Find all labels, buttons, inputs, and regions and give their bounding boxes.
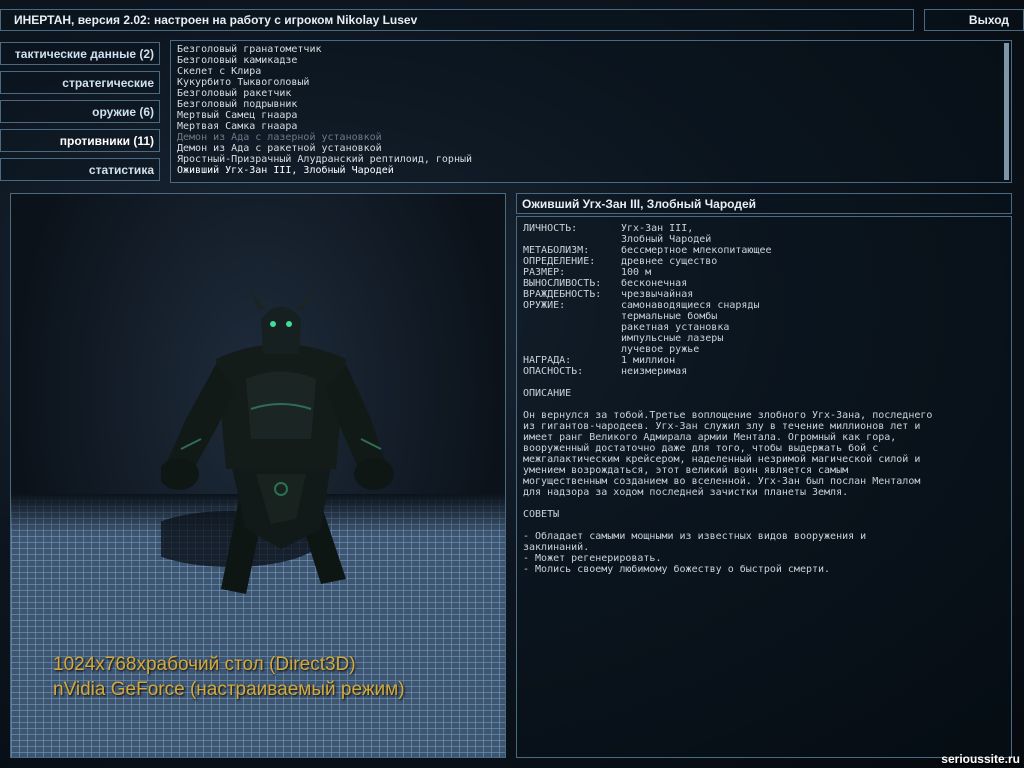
nav-label: тактические данные (2) <box>14 47 154 61</box>
title-bar: ИНЕРТАН, версия 2.02: настроен на работу… <box>0 9 914 31</box>
tips-title: СОВЕТЫ <box>523 509 560 520</box>
prop-key: ОПАСНОСТЬ: <box>523 366 584 377</box>
nav-label: противники (11) <box>59 134 154 148</box>
prop-row: ОРУЖИЕ: самонаводящиеся снаряды термальны… <box>523 300 932 355</box>
enemy-list-item[interactable]: Безголовый гранатометчик <box>177 44 1011 55</box>
prop-key: РАЗМЕР: <box>523 267 566 278</box>
enemy-list-item[interactable]: Яростный-Призрачный Алудранский рептилои… <box>177 154 1011 165</box>
creature-model <box>161 289 394 594</box>
render-info-line: 1024x768xрабочий стол (Direct3D) <box>53 654 356 675</box>
enemy-list-item[interactable]: Безголовый подрывник <box>177 99 1011 110</box>
nav-weapons[interactable]: оружие (6) <box>0 100 160 123</box>
enemy-list: Безголовый гранатометчик Безголовый ками… <box>170 40 1012 183</box>
prop-key: НАГРАДА: <box>523 355 572 366</box>
nav-label: стратегические <box>62 76 154 90</box>
nav-label: статистика <box>88 163 154 177</box>
prop-key: ЛИЧНОСТЬ: <box>523 223 578 234</box>
prop-key: ОПРЕДЕЛЕНИЕ: <box>523 256 596 267</box>
enemy-list-item-selected[interactable]: Оживший Угх-Зан III, Злобный Чародей <box>177 165 1011 176</box>
prop-key: ВРАЖДЕБНОСТЬ: <box>523 289 602 300</box>
tips-text: - Обладает самыми мощными из известных в… <box>523 531 867 575</box>
prop-row: ЛИЧНОСТЬ: Угх-Зан III, Злобный Чародей <box>523 223 932 245</box>
prop-row: ОПАСНОСТЬ: неизмеримая <box>523 366 932 377</box>
prop-value: неизмеримая <box>621 366 688 377</box>
prop-value: бесконечная <box>621 278 688 289</box>
enemy-list-item[interactable]: Демон из Ада с ракетной установкой <box>177 143 1011 154</box>
prop-row: ВЫНОСЛИВОСТЬ: бесконечная <box>523 278 932 289</box>
description-title: ОПИСАНИЕ <box>523 388 572 399</box>
prop-value: самонаводящиеся снаряды термальные бомбы… <box>621 300 760 355</box>
render-info: 1024x768xрабочий стол (Direct3D) nVidia … <box>53 652 405 702</box>
nav-label: оружие (6) <box>92 105 154 119</box>
list-scrollbar[interactable] <box>1004 43 1009 180</box>
enemy-list-item[interactable]: Скелет с Клира <box>177 66 1011 77</box>
prop-value: чрезвычайная <box>621 289 694 300</box>
prop-value: древнее существо <box>621 256 718 267</box>
prop-row: РАЗМЕР: 100 м <box>523 267 932 278</box>
prop-value: Угх-Зан III, Злобный Чародей <box>621 223 712 245</box>
prop-row: НАГРАДА: 1 миллион <box>523 355 932 366</box>
prop-key: ВЫНОСЛИВОСТЬ: <box>523 278 602 289</box>
enemy-list-item[interactable]: Кукурбито Тыквоголовый <box>177 77 1011 88</box>
nav-statistics[interactable]: статистика <box>0 158 160 181</box>
prop-value: 1 миллион <box>621 355 676 366</box>
enemy-list-item[interactable]: Безголовый камикадзе <box>177 55 1011 66</box>
prop-key: ОРУЖИЕ: <box>523 300 566 311</box>
enemy-list-item[interactable]: Безголовый ракетчик <box>177 88 1011 99</box>
enemy-list-item[interactable]: Демон из Ада с лазерной установкой <box>177 132 1011 143</box>
prop-value: 100 м <box>621 267 652 278</box>
prop-value: бессмертное млекопитающее <box>621 245 772 256</box>
exit-label: Выход <box>968 13 1009 27</box>
nav-enemies[interactable]: противники (11) <box>0 129 160 152</box>
nav-tactical-data[interactable]: тактические данные (2) <box>0 42 160 65</box>
watermark: serioussite.ru <box>941 752 1020 766</box>
exit-button[interactable]: Выход <box>924 9 1024 31</box>
model-viewport[interactable]: 1024x768xрабочий стол (Direct3D) nVidia … <box>10 193 506 758</box>
enemy-list-item[interactable]: Мертвая Самка гнаара <box>177 121 1011 132</box>
app-title: ИНЕРТАН, версия 2.02: настроен на работу… <box>14 13 418 27</box>
prop-row: МЕТАБОЛИЗМ: бессмертное млекопитающее <box>523 245 932 256</box>
info-header: Оживший Угх-Зан III, Злобный Чародей <box>516 193 1012 214</box>
prop-row: ВРАЖДЕБНОСТЬ: чрезвычайная <box>523 289 932 300</box>
nav-strategic[interactable]: стратегические <box>0 71 160 94</box>
info-panel: ЛИЧНОСТЬ: Угх-Зан III, Злобный Чародей МЕ… <box>516 216 1012 758</box>
description-text: Он вернулся за тобой.Третье воплощение з… <box>523 410 933 498</box>
prop-row: ОПРЕДЕЛЕНИЕ: древнее существо <box>523 256 932 267</box>
info-title: Оживший Угх-Зан III, Злобный Чародей <box>522 197 757 211</box>
render-info-line: nVidia GeForce (настраиваемый режим) <box>53 679 405 700</box>
prop-key: МЕТАБОЛИЗМ: <box>523 245 590 256</box>
enemy-list-item[interactable]: Мертвый Самец гнаара <box>177 110 1011 121</box>
